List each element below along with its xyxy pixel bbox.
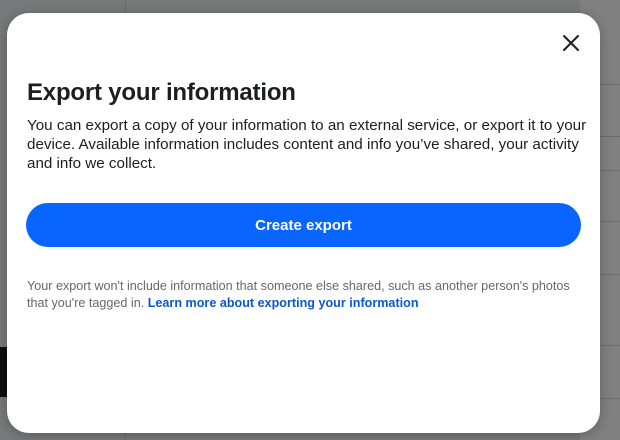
export-note: Your export won't include information th… [27,278,587,312]
dialog-title: Export your information [27,79,296,106]
close-icon [563,35,579,51]
dialog-description: You can export a copy of your informatio… [27,117,587,172]
learn-more-link[interactable]: Learn more about exporting your informat… [148,296,419,310]
create-export-button[interactable]: Create export [26,203,581,247]
close-button[interactable] [560,32,582,54]
export-information-dialog: Export your information You can export a… [7,13,600,433]
